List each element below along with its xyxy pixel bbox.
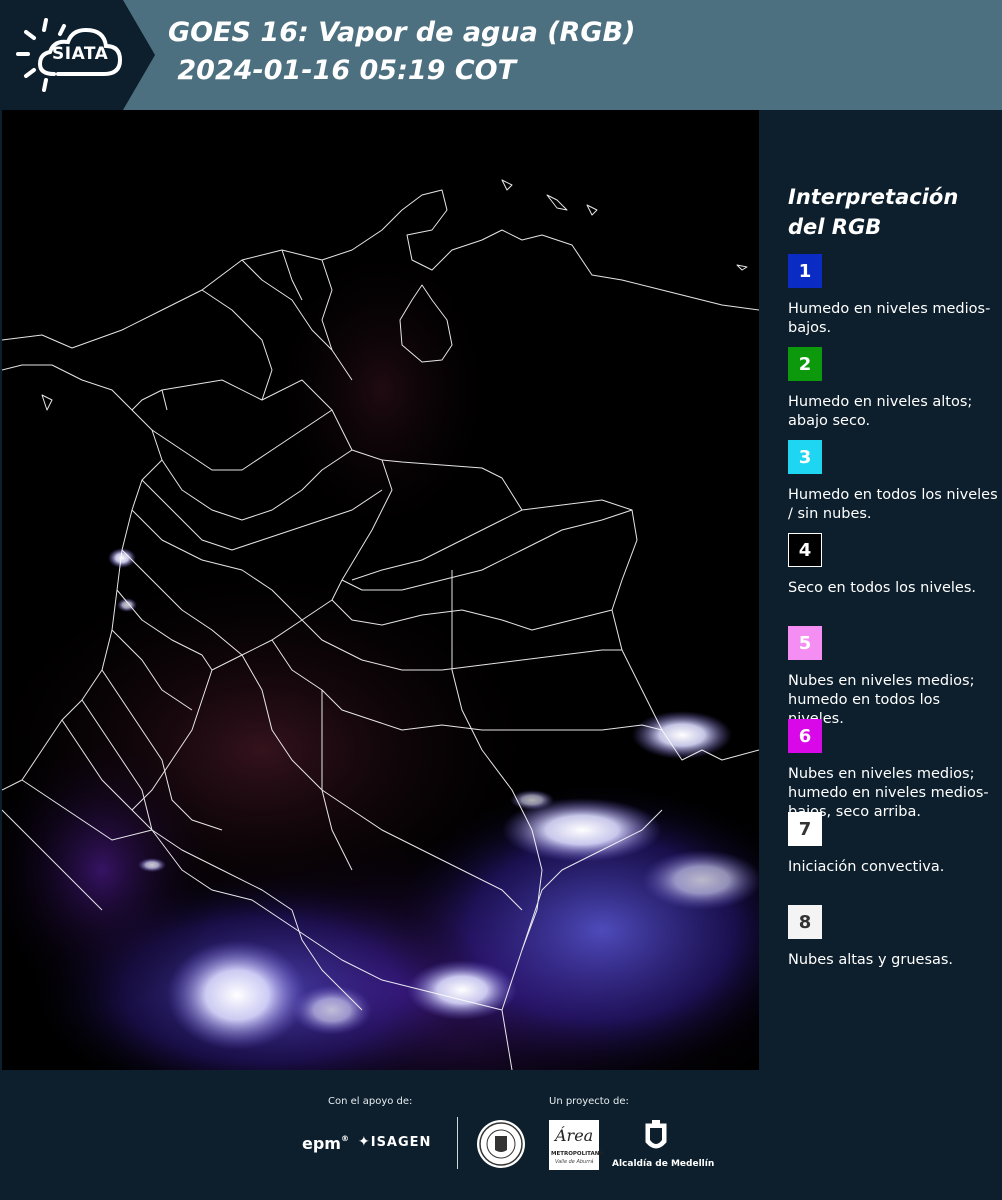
area-logo-sub2: Valle de Aburrá [555, 1159, 594, 1165]
legend-desc: Seco en todos los niveles. [788, 580, 976, 596]
legend-swatch: 8 [788, 905, 822, 939]
alcaldia-medellin-logo[interactable] [640, 1118, 672, 1156]
isagen-icon: ✦ [358, 1134, 371, 1150]
title-line-1: GOES 16: Vapor de agua (RGB) [168, 17, 636, 48]
legend-item: 7 Iniciación convectiva. [788, 812, 998, 905]
legend-title-line-1: Interpretación [788, 185, 959, 209]
legend-item: 3 Humedo en todos los niveles / sin nube… [788, 440, 998, 533]
legend-title-line-2: del RGB [788, 215, 882, 239]
legend-swatch: 6 [788, 719, 822, 753]
legend-item: 4 Seco en todos los niveles. [788, 533, 998, 626]
legend-title: Interpretación del RGB [788, 182, 998, 242]
coat-of-arms-icon [645, 1120, 667, 1149]
legend-swatch: 5 [788, 626, 822, 660]
legend-desc: Humedo en todos los niveles / sin nubes. [788, 487, 998, 522]
legend-desc: Nubes altas y gruesas. [788, 952, 954, 968]
page-title: GOES 16: Vapor de agua (RGB) 2024-01-16 … [168, 14, 635, 90]
epm-logo-text: epm [302, 1134, 341, 1153]
legend-desc: Humedo en niveles altos; abajo seco. [788, 394, 973, 429]
siata-logo[interactable]: SIATA [0, 0, 155, 110]
legend-swatch: 3 [788, 440, 822, 474]
legend-item: 8 Nubes altas y gruesas. [788, 905, 998, 998]
header-bar: SIATA GOES 16: Vapor de agua (RGB) 2024-… [0, 0, 1002, 110]
legend-swatch: 7 [788, 812, 822, 846]
legend-swatch: 1 [788, 254, 822, 288]
legend-panel: Interpretación del RGB 1 Humedo en nivel… [788, 182, 998, 998]
isagen-logo[interactable]: ✦ISAGEN [358, 1134, 431, 1150]
epm-logo[interactable]: epm® [302, 1134, 349, 1153]
legend-item: 6 Nubes en niveles medios; humedo en niv… [788, 719, 998, 820]
support-label: Con el apoyo de: [328, 1096, 413, 1107]
legend-swatch: 4 [788, 533, 822, 567]
satellite-map[interactable] [2, 110, 759, 1070]
legend-list: 1 Humedo en niveles medios-bajos. 2 Hume… [788, 254, 998, 998]
isagen-logo-text: ISAGEN [370, 1135, 432, 1150]
legend-item: 1 Humedo en niveles medios-bajos. [788, 254, 998, 347]
footer-bar: Con el apoyo de: Un proyecto de: epm® ✦I… [0, 1072, 1002, 1200]
project-label: Un proyecto de: [549, 1096, 629, 1107]
legend-swatch: 2 [788, 347, 822, 381]
satellite-image [2, 110, 759, 1070]
area-logo-sub: METROPOLITANA [551, 1151, 604, 1157]
area-metropolitana-logo[interactable]: Área METROPOLITANA Valle de Aburrá [549, 1120, 604, 1170]
legend-item: 5 Nubes en niveles medios; humedo en tod… [788, 626, 998, 727]
footer-divider [457, 1117, 458, 1169]
legend-desc: Humedo en niveles medios-bajos. [788, 301, 991, 336]
title-line-2: 2024-01-16 05:19 COT [168, 55, 517, 86]
siata-logo-text: SIATA [52, 44, 109, 64]
legend-item: 2 Humedo en niveles altos; abajo seco. [788, 347, 998, 440]
seal-icon [479, 1122, 523, 1166]
seal-logo[interactable] [477, 1120, 525, 1168]
area-logo-text: Área [555, 1126, 594, 1145]
alcaldia-medellin-text: Alcaldía de Medellín [612, 1159, 715, 1169]
legend-desc: Iniciación convectiva. [788, 859, 945, 875]
